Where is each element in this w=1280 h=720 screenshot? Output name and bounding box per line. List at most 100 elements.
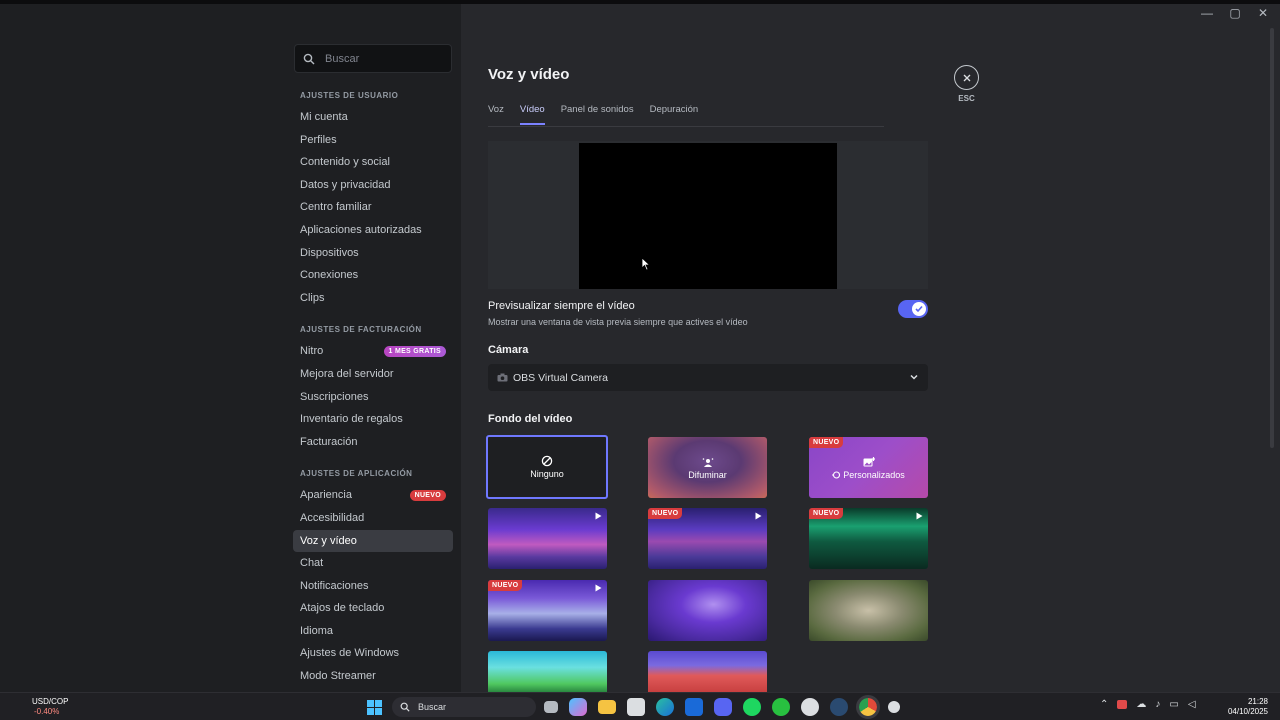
currency-pair: USD/COP	[32, 697, 69, 706]
background-blur-tile[interactable]: Difuminar	[648, 437, 767, 498]
search-icon	[400, 702, 410, 712]
nav-item-label: Atajos de teclado	[300, 602, 385, 615]
nav-item-label: Accesibilidad	[300, 511, 365, 524]
nav-item-apariencia[interactable]: Apariencia NUEVO	[293, 484, 453, 507]
background-tile-space-lounge[interactable]	[488, 508, 607, 569]
app-icon[interactable]	[801, 698, 819, 716]
outlook-icon[interactable]	[685, 698, 703, 716]
nav-item-label: Idioma	[300, 624, 334, 637]
background-none-tile[interactable]: Ninguno	[486, 435, 608, 499]
custom-label: Personalizados	[843, 470, 905, 480]
add-image-icon	[863, 457, 875, 467]
nav-item-datos[interactable]: Datos y privacidad	[293, 174, 453, 197]
nav-header-app: AJUSTES DE APLICACIÓN	[300, 469, 413, 479]
nav-item-centro-familiar[interactable]: Centro familiar	[293, 196, 453, 219]
tray-app-icon[interactable]	[1117, 700, 1128, 709]
custom-label-row: Personalizados	[809, 470, 928, 480]
copilot-icon[interactable]	[569, 698, 587, 716]
nav-item-mejora-servidor[interactable]: Mejora del servidor	[293, 363, 453, 386]
cloud-icon[interactable]: ☁	[1136, 699, 1146, 710]
minimize-button[interactable]: —	[1200, 6, 1214, 20]
nav-item-mi-cuenta[interactable]: Mi cuenta	[293, 106, 453, 129]
nav-item-label: Mi cuenta	[300, 111, 348, 123]
video-preview-area	[488, 141, 928, 289]
nav-item-chat[interactable]: Chat	[293, 552, 453, 575]
edge-icon[interactable]	[656, 698, 674, 716]
clock-time: 21:28	[1247, 697, 1268, 706]
background-custom-tile[interactable]: NUEVO Personalizados	[809, 437, 928, 498]
nav-item-accesibilidad[interactable]: Accesibilidad	[293, 507, 453, 530]
nav-item-perfiles[interactable]: Perfiles	[293, 129, 453, 152]
nav-item-atajos[interactable]: Atajos de teclado	[293, 597, 453, 620]
xbox-icon[interactable]	[772, 698, 790, 716]
play-icon	[595, 512, 602, 520]
content-scrollbar[interactable]	[1270, 28, 1274, 448]
nav-item-label: Perfiles	[300, 133, 337, 146]
tab-voz[interactable]: Voz	[488, 104, 504, 125]
settings-search[interactable]	[294, 44, 452, 73]
background-tile-beach[interactable]	[488, 651, 607, 692]
nav-item-contenido[interactable]: Contenido y social	[293, 151, 453, 174]
chevron-up-icon[interactable]: ⌃	[1100, 699, 1108, 710]
file-explorer-icon[interactable]	[598, 700, 616, 714]
background-tile-space-lounge-new[interactable]: NUEVO	[648, 508, 767, 569]
nav-item-label: Inventario de regalos	[300, 413, 403, 426]
nav-item-label: Centro familiar	[300, 201, 372, 214]
background-tile-cloud-room[interactable]: NUEVO	[488, 580, 607, 641]
nav-item-label: Contenido y social	[300, 156, 390, 169]
camera-select[interactable]: OBS Virtual Camera	[488, 364, 928, 391]
nav-item-modo-streamer[interactable]: Modo Streamer	[293, 665, 453, 688]
search-input[interactable]	[325, 52, 445, 65]
new-badge: NUEVO	[809, 437, 844, 448]
nav-item-idioma[interactable]: Idioma	[293, 620, 453, 643]
maximize-button[interactable]: ▢	[1228, 6, 1242, 20]
nav-item-aplicaciones[interactable]: Aplicaciones autorizadas	[293, 219, 453, 242]
discord-icon[interactable]	[714, 698, 732, 716]
steam-icon[interactable]	[830, 698, 848, 716]
volume-icon[interactable]: ◁	[1188, 699, 1196, 710]
background-tile-red-scene[interactable]	[648, 651, 767, 692]
nav-item-nitro[interactable]: Nitro 1 MES GRATIS	[293, 340, 453, 363]
search-icon	[303, 53, 315, 64]
logitech-icon[interactable]	[888, 701, 900, 713]
play-icon	[755, 512, 762, 520]
close-settings-button[interactable]	[954, 65, 979, 90]
nav-item-label: Notificaciones	[300, 579, 369, 592]
tab-panel-sonidos[interactable]: Panel de sonidos	[561, 104, 634, 125]
currency-widget[interactable]: USD/COP -0.40%	[14, 697, 68, 717]
blur-option: Difuminar	[648, 457, 767, 480]
background-tile-garden[interactable]	[809, 580, 928, 641]
tab-video[interactable]: Vídeo	[519, 104, 545, 125]
nav-item-conexiones[interactable]: Conexiones	[293, 264, 453, 287]
nav-item-label: Conexiones	[300, 269, 359, 282]
nav-item-label: Facturación	[300, 435, 358, 448]
store-icon[interactable]	[627, 698, 645, 716]
network-icon[interactable]: ▭	[1169, 699, 1178, 710]
nav-item-label: Datos y privacidad	[300, 178, 391, 191]
preview-toggle-description: Mostrar una ventana de vista previa siem…	[488, 317, 748, 327]
windows-start-icon[interactable]	[367, 700, 382, 715]
spotify-icon[interactable]	[743, 698, 761, 716]
nav-item-clips[interactable]: Clips	[293, 287, 453, 310]
microphone-icon[interactable]: ♪	[1155, 699, 1160, 710]
no-background-icon	[541, 455, 553, 467]
background-tile-control-room[interactable]: NUEVO	[809, 508, 928, 569]
task-view-icon[interactable]	[544, 701, 558, 713]
nav-item-ajustes-windows[interactable]: Ajustes de Windows	[293, 642, 453, 665]
nav-item-facturacion[interactable]: Facturación	[293, 431, 453, 454]
chrome-icon[interactable]	[856, 695, 880, 719]
nitro-icon	[832, 471, 841, 479]
preview-toggle-switch[interactable]	[898, 300, 928, 318]
nav-item-inventario[interactable]: Inventario de regalos	[293, 408, 453, 431]
system-tray: ⌃ ☁ ♪ ▭ ◁	[1100, 699, 1196, 710]
nav-item-dispositivos[interactable]: Dispositivos	[293, 242, 453, 265]
tab-depuracion[interactable]: Depuración	[650, 104, 699, 125]
nav-item-notificaciones[interactable]: Notificaciones	[293, 575, 453, 598]
taskbar-search[interactable]: Buscar	[392, 697, 536, 717]
taskbar-clock[interactable]: 21:28 04/10/2025	[1226, 697, 1268, 717]
background-tile-neon-city[interactable]	[648, 580, 767, 641]
close-window-button[interactable]: ✕	[1256, 6, 1270, 20]
custom-option: Personalizados	[809, 457, 928, 480]
nav-item-voz-video[interactable]: Voz y vídeo	[293, 529, 453, 553]
nav-item-suscripciones[interactable]: Suscripciones	[293, 386, 453, 409]
